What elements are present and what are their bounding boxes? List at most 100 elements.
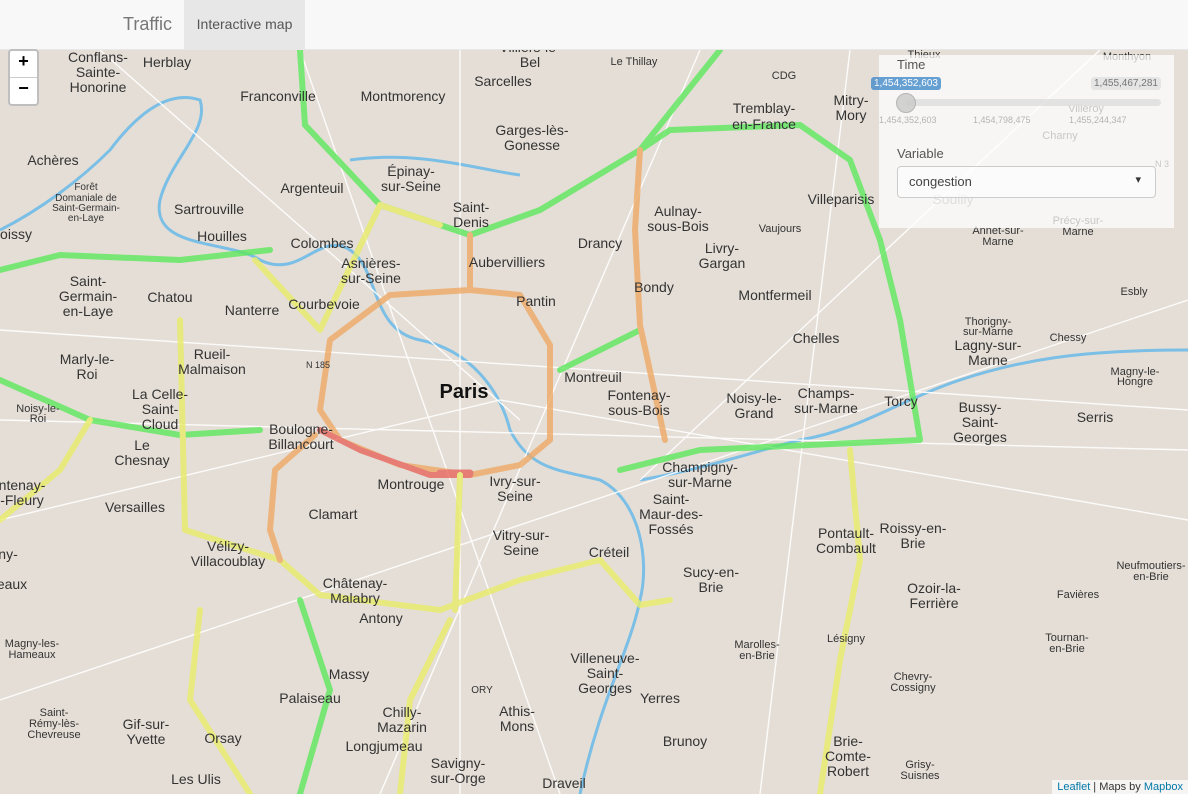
place-label: N 185 xyxy=(306,360,330,370)
place-label: Maur-des- xyxy=(639,506,703,522)
place-label: Garges-lès- xyxy=(495,122,568,138)
variable-select[interactable]: congestion ▾ xyxy=(897,166,1156,198)
place-label: sous-Bois xyxy=(608,402,669,418)
place-label: Malabry xyxy=(330,590,380,606)
zoom-out-button[interactable]: − xyxy=(10,77,37,104)
place-label: Chevreuse xyxy=(27,729,80,741)
time-slider-track[interactable] xyxy=(906,99,1161,106)
place-label: sur-Seine xyxy=(381,178,441,194)
place-label: Fossés xyxy=(648,521,693,537)
place-label: en-Brie xyxy=(739,650,774,662)
place-label: Les Ulis xyxy=(171,771,221,787)
place-label: Saint- xyxy=(587,665,624,681)
place-label: Marne xyxy=(982,236,1013,248)
place-label: Chelles xyxy=(793,330,840,346)
place-label: Herblay xyxy=(143,54,191,70)
place-label: en-Laye xyxy=(63,303,114,319)
place-label: Bondy xyxy=(634,279,674,295)
place-label: Antony xyxy=(359,610,403,626)
place-label: Comte- xyxy=(825,748,871,764)
place-label: eaux xyxy=(0,576,27,592)
place-label: Yvette xyxy=(127,731,166,747)
place-label: en-Brie xyxy=(1049,643,1084,655)
place-label: ny- xyxy=(0,546,18,562)
navbar: Traffic Interactive map xyxy=(0,0,1188,50)
place-label: Germain- xyxy=(59,288,118,304)
map-attribution: Leaflet | Maps by Mapbox xyxy=(1052,780,1188,794)
place-label: Montfermeil xyxy=(738,287,811,303)
place-label: Cloud xyxy=(142,416,179,432)
place-label: Forêt xyxy=(74,182,98,193)
place-label: Bussy- xyxy=(959,399,1002,415)
place-label: ntenay- xyxy=(0,477,46,493)
place-label: Pontault- xyxy=(818,525,874,541)
zoom-control: + − xyxy=(8,49,39,106)
place-label: Montreuil xyxy=(564,369,622,385)
place-label: Châtenay- xyxy=(323,575,388,591)
place-label: Esbly xyxy=(1121,286,1148,298)
place-label: Chesnay xyxy=(114,452,169,468)
place-label: Bel xyxy=(520,54,540,70)
place-label: Aubervilliers xyxy=(469,254,545,270)
place-label: Roi xyxy=(30,413,47,425)
zoom-in-button[interactable]: + xyxy=(10,51,37,77)
place-label: Mory xyxy=(835,107,866,123)
place-label: Chatou xyxy=(147,289,192,305)
mapbox-link[interactable]: Mapbox xyxy=(1144,781,1183,793)
place-label: ORY xyxy=(471,685,493,696)
place-label: Villeparisis xyxy=(808,191,875,207)
place-label: CDG xyxy=(772,70,796,82)
place-label: en-France xyxy=(732,116,796,132)
place-label: Athis- xyxy=(499,703,535,719)
place-label: Marly-le- xyxy=(60,351,115,367)
slider-min-value: 1,454,352,603 xyxy=(871,77,941,90)
place-label: Billancourt xyxy=(268,436,333,452)
place-label: Fontenay- xyxy=(607,387,670,403)
place-label: Brie xyxy=(901,535,926,551)
place-label: Malmaison xyxy=(178,361,246,377)
place-label: Brunoy xyxy=(663,733,707,749)
place-label: Pantin xyxy=(516,293,556,309)
place-label: Villeneuve- xyxy=(570,650,639,666)
place-label: Ozoir-la- xyxy=(907,580,961,596)
place-label: sur-Orge xyxy=(430,770,485,786)
place-label: Créteil xyxy=(589,544,629,560)
time-slider-handle[interactable] xyxy=(896,93,916,113)
slider-tick-label: 1,454,798,475 xyxy=(973,115,1031,125)
place-label: Brie xyxy=(699,579,724,595)
place-label: Drancy xyxy=(578,235,622,251)
place-label: sous-Bois xyxy=(647,218,708,234)
place-label: Champigny- xyxy=(662,459,738,475)
place-label: Rueil- xyxy=(194,346,231,362)
place-label: Argenteuil xyxy=(280,180,343,196)
place-label: Asnières- xyxy=(341,255,400,271)
place-label: Grand xyxy=(735,405,774,421)
attribution-separator: | Maps by xyxy=(1090,781,1144,793)
place-label: Chilly- xyxy=(383,704,422,720)
place-label: Vitry-sur- xyxy=(493,527,550,543)
place-label: Le xyxy=(134,437,150,453)
tab-interactive-map[interactable]: Interactive map xyxy=(184,0,305,49)
place-label: Lésigny xyxy=(827,633,865,645)
place-label: Longjumeau xyxy=(345,738,422,754)
place-label: Mons xyxy=(500,718,534,734)
place-label: Denis xyxy=(453,214,489,230)
place-label: Saint- xyxy=(453,199,490,215)
place-label: Chessy xyxy=(1050,332,1087,344)
place-label: Saint- xyxy=(962,414,999,430)
leaflet-link[interactable]: Leaflet xyxy=(1057,781,1090,793)
place-label: -Fleury xyxy=(0,492,44,508)
place-label: Nanterre xyxy=(225,302,280,318)
place-label: Torcy xyxy=(884,393,917,409)
slider-tick-label: 1,454,352,603 xyxy=(879,115,937,125)
place-label: Mazarin xyxy=(377,719,427,735)
place-label: Sartrouville xyxy=(174,201,244,217)
time-label: Time xyxy=(897,57,926,72)
place-label: Roissy-en- xyxy=(880,520,947,536)
place-label: Courbevoie xyxy=(288,296,360,312)
variable-label: Variable xyxy=(897,146,944,161)
place-label: Savigny- xyxy=(431,755,486,771)
navbar-brand[interactable]: Traffic xyxy=(123,0,172,49)
place-label: Ferrière xyxy=(909,595,958,611)
place-label: Seine xyxy=(497,488,533,504)
